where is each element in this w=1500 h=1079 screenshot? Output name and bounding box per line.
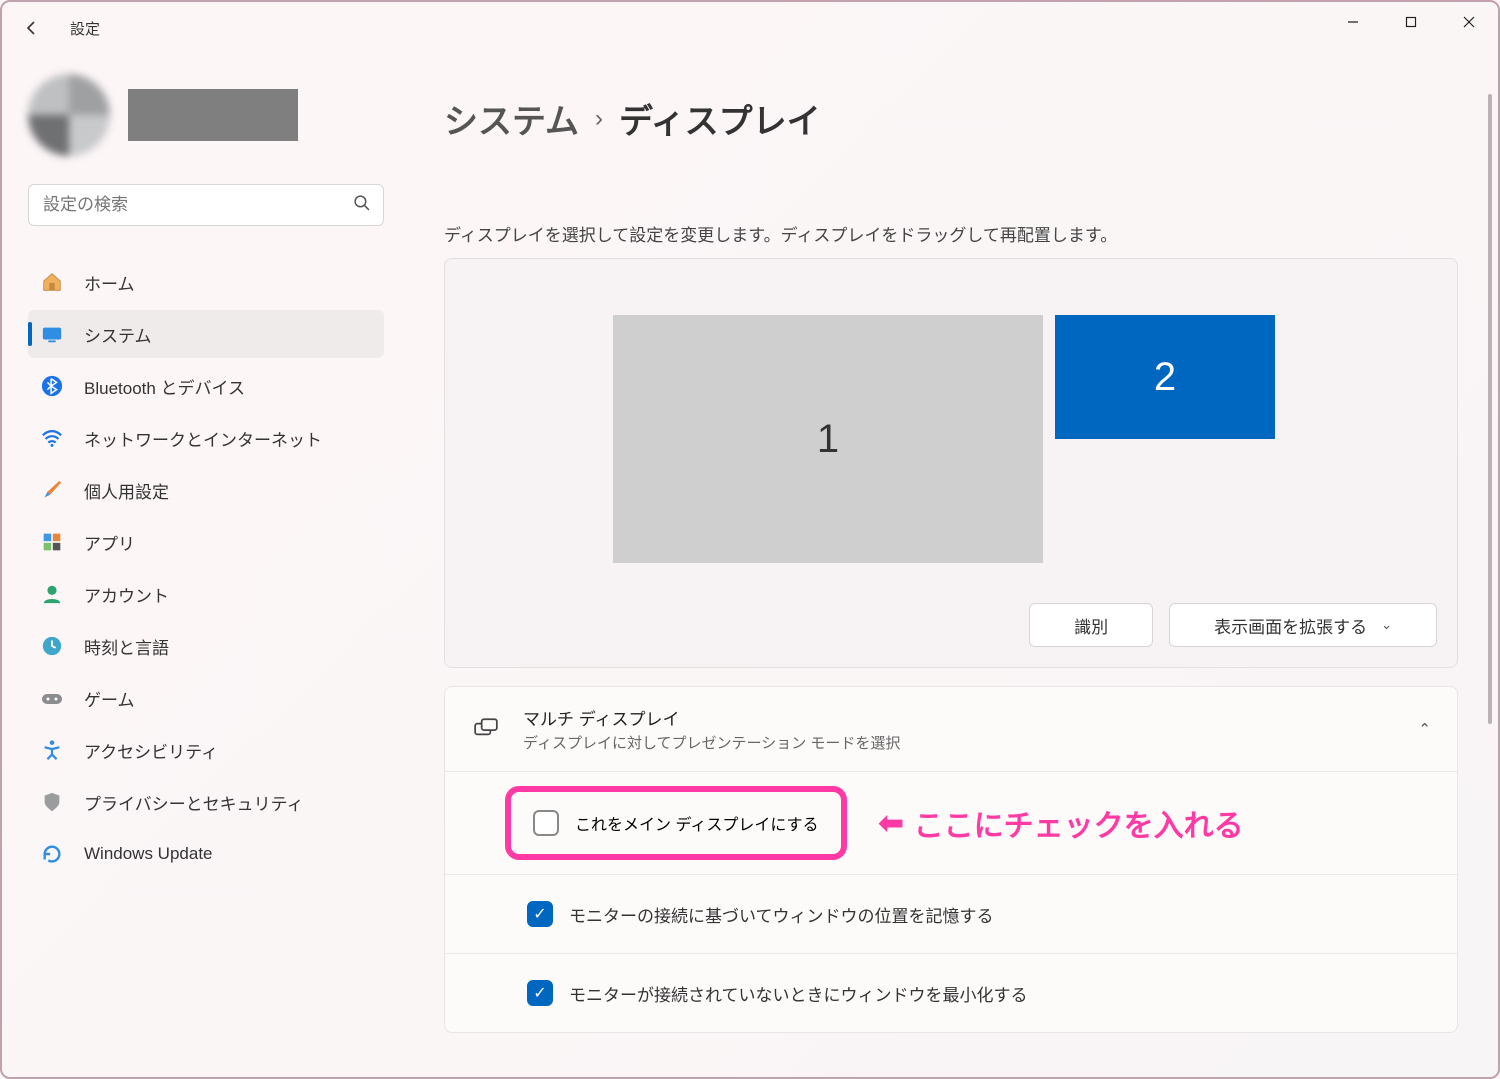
arrow-left-icon: ⬅ bbox=[879, 806, 904, 841]
nav-label: システム bbox=[84, 322, 152, 347]
profile[interactable] bbox=[28, 74, 384, 156]
minimize-button[interactable] bbox=[1324, 2, 1382, 42]
search-box bbox=[28, 184, 384, 226]
remember-position-label: モニターの接続に基づいてウィンドウの位置を記憶する bbox=[569, 902, 994, 927]
bluetooth-icon bbox=[40, 374, 64, 398]
breadcrumb: システム › ディスプレイ bbox=[444, 94, 1458, 143]
nav-system[interactable]: システム bbox=[28, 310, 384, 358]
nav-apps[interactable]: アプリ bbox=[28, 518, 384, 566]
close-button[interactable] bbox=[1440, 2, 1498, 42]
minimize-disconnected-row[interactable]: ✓ モニターが接続されていないときにウィンドウを最小化する bbox=[445, 953, 1457, 1032]
nav-network[interactable]: ネットワークとインターネット bbox=[28, 414, 384, 462]
chevron-right-icon: › bbox=[595, 105, 603, 133]
main-content: システム › ディスプレイ ディスプレイを選択して設定を変更します。ディスプレイ… bbox=[402, 54, 1498, 1077]
display-description: ディスプレイを選択して設定を変更します。ディスプレイをドラッグして再配置します。 bbox=[444, 221, 1458, 246]
minimize-disconnected-checkbox[interactable]: ✓ bbox=[527, 980, 553, 1006]
nav-label: アカウント bbox=[84, 582, 169, 607]
nav-label: プライバシーとセキュリティ bbox=[84, 790, 304, 815]
chevron-up-icon: ⌃ bbox=[1418, 720, 1431, 738]
nav-gaming[interactable]: ゲーム bbox=[28, 674, 384, 722]
display-arrangement-panel: 1 2 識別 表示画面を拡張する ⌄ bbox=[444, 258, 1458, 668]
remember-position-checkbox[interactable]: ✓ bbox=[527, 901, 553, 927]
scrollbar[interactable] bbox=[1488, 94, 1492, 724]
nav-label: 個人用設定 bbox=[84, 478, 169, 503]
multi-display-icon bbox=[471, 714, 501, 744]
brush-icon bbox=[40, 478, 64, 502]
username-redacted bbox=[128, 89, 298, 141]
nav-accessibility[interactable]: アクセシビリティ bbox=[28, 726, 384, 774]
system-icon bbox=[40, 322, 64, 346]
avatar bbox=[28, 74, 110, 156]
monitor-2[interactable]: 2 bbox=[1055, 315, 1275, 439]
make-main-checkbox[interactable] bbox=[533, 810, 559, 836]
nav-label: アクセシビリティ bbox=[84, 738, 218, 763]
nav-label: Windows Update bbox=[84, 844, 213, 864]
display-canvas[interactable]: 1 2 bbox=[465, 315, 1437, 575]
accessibility-icon bbox=[40, 738, 64, 762]
nav-label: ネットワークとインターネット bbox=[84, 426, 322, 451]
settings-window: 設定 ホーム bbox=[0, 0, 1500, 1079]
breadcrumb-parent[interactable]: システム bbox=[444, 94, 579, 143]
window-controls bbox=[1324, 2, 1498, 42]
panel-actions: 識別 表示画面を拡張する ⌄ bbox=[465, 603, 1437, 647]
nav-account[interactable]: アカウント bbox=[28, 570, 384, 618]
multi-display-header[interactable]: マルチ ディスプレイ ディスプレイに対してプレゼンテーション モードを選択 ⌃ bbox=[445, 687, 1457, 771]
clock-icon bbox=[40, 634, 64, 658]
monitor-1[interactable]: 1 bbox=[613, 315, 1043, 563]
nav-label: Bluetooth とデバイス bbox=[84, 374, 245, 399]
nav-label: ホーム bbox=[84, 270, 135, 295]
back-button[interactable] bbox=[12, 8, 52, 48]
search-icon bbox=[353, 194, 370, 216]
extend-dropdown[interactable]: 表示画面を拡張する ⌄ bbox=[1169, 603, 1437, 647]
minimize-disconnected-label: モニターが接続されていないときにウィンドウを最小化する bbox=[569, 981, 1028, 1006]
multi-display-card: マルチ ディスプレイ ディスプレイに対してプレゼンテーション モードを選択 ⌃ … bbox=[444, 686, 1458, 1033]
nav-label: ゲーム bbox=[84, 686, 135, 711]
maximize-button[interactable] bbox=[1382, 2, 1440, 42]
make-main-label: これをメイン ディスプレイにする bbox=[575, 811, 819, 835]
nav-label: 時刻と言語 bbox=[84, 634, 169, 659]
nav: ホーム システム Bluetooth とデバイス ネットワークとインターネット … bbox=[28, 258, 384, 878]
identify-button[interactable]: 識別 bbox=[1029, 603, 1153, 647]
nav-home[interactable]: ホーム bbox=[28, 258, 384, 306]
nav-bluetooth[interactable]: Bluetooth とデバイス bbox=[28, 362, 384, 410]
card-subtitle: ディスプレイに対してプレゼンテーション モードを選択 bbox=[523, 732, 1396, 753]
apps-icon bbox=[40, 530, 64, 554]
sidebar: ホーム システム Bluetooth とデバイス ネットワークとインターネット … bbox=[2, 54, 402, 1077]
app-title: 設定 bbox=[70, 18, 100, 39]
nav-personalization[interactable]: 個人用設定 bbox=[28, 466, 384, 514]
make-main-row: これをメイン ディスプレイにする ⬅ ここにチェックを入れる bbox=[445, 771, 1457, 874]
remember-position-row[interactable]: ✓ モニターの接続に基づいてウィンドウの位置を記憶する bbox=[445, 874, 1457, 953]
nav-windows-update[interactable]: Windows Update bbox=[28, 830, 384, 878]
home-icon bbox=[40, 270, 64, 294]
annotation-text: ⬅ ここにチェックを入れる bbox=[879, 801, 1244, 845]
titlebar: 設定 bbox=[2, 2, 1498, 54]
chevron-down-icon: ⌄ bbox=[1381, 617, 1392, 633]
search-input[interactable] bbox=[28, 184, 384, 226]
card-title: マルチ ディスプレイ bbox=[523, 705, 1396, 730]
gamepad-icon bbox=[40, 686, 64, 710]
wifi-icon bbox=[40, 426, 64, 450]
nav-time-language[interactable]: 時刻と言語 bbox=[28, 622, 384, 670]
nav-privacy[interactable]: プライバシーとセキュリティ bbox=[28, 778, 384, 826]
annotation-highlight: これをメイン ディスプレイにする bbox=[505, 786, 847, 860]
person-icon bbox=[40, 582, 64, 606]
shield-icon bbox=[40, 790, 64, 814]
update-icon bbox=[40, 842, 64, 866]
breadcrumb-current: ディスプレイ bbox=[619, 94, 821, 143]
nav-label: アプリ bbox=[84, 530, 135, 555]
